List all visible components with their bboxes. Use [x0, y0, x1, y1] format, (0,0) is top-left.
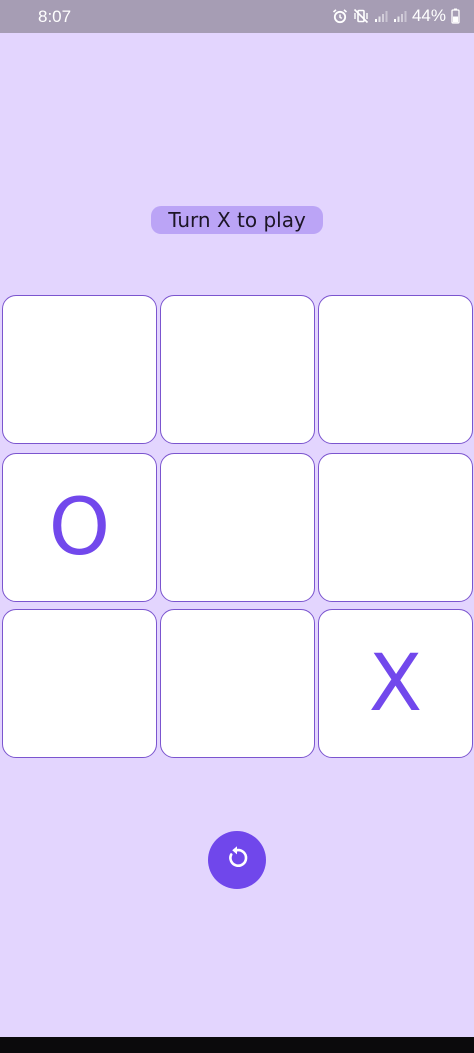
board-cell-1[interactable]	[2, 295, 157, 444]
game-board: O X	[0, 294, 474, 760]
status-icons: 44%	[332, 6, 460, 26]
board-cell-2[interactable]	[160, 295, 315, 444]
board-cell-8[interactable]	[160, 609, 315, 758]
board-cell-9[interactable]: X	[318, 609, 473, 758]
status-time: 8:07	[38, 7, 72, 26]
board-cell-4[interactable]: O	[2, 453, 157, 602]
vibrate-off-icon	[353, 8, 369, 24]
signal-icon	[374, 9, 388, 23]
restart-icon	[224, 845, 250, 875]
battery-percent: 44%	[411, 6, 446, 25]
battery-icon	[451, 8, 460, 24]
board-cell-3[interactable]	[318, 295, 473, 444]
alarm-icon	[332, 8, 348, 24]
signal-icon	[393, 9, 407, 23]
status-bar: 8:07 44%	[0, 0, 474, 33]
turn-indicator: Turn X to play	[151, 206, 323, 234]
reset-button[interactable]	[208, 831, 266, 889]
board-cell-7[interactable]	[2, 609, 157, 758]
navigation-bar	[0, 1037, 474, 1053]
board-cell-5[interactable]	[160, 453, 315, 602]
board-cell-6[interactable]	[318, 453, 473, 602]
